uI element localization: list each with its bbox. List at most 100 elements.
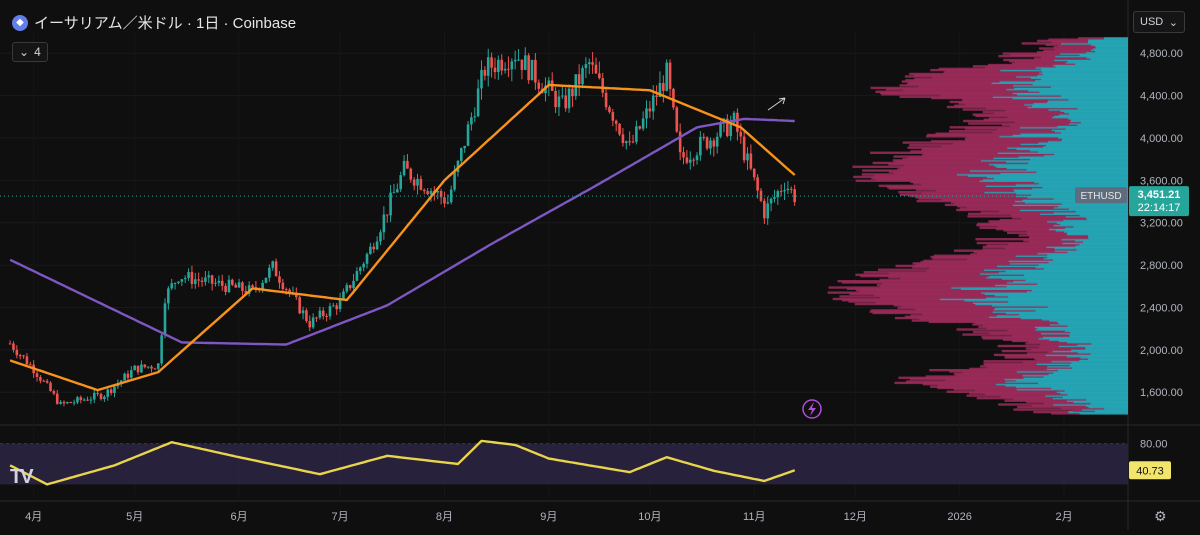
candle-body: [170, 283, 174, 289]
candle-body: [692, 159, 695, 161]
candle-body: [379, 232, 382, 242]
candle-body: [12, 343, 15, 350]
candle-body: [561, 95, 564, 97]
candle-body: [577, 74, 581, 85]
candle-body: [103, 396, 106, 400]
candle-body: [419, 178, 423, 190]
candle-body: [153, 368, 157, 370]
candle-body: [301, 310, 305, 314]
candle-body: [402, 160, 406, 176]
candle-body: [688, 159, 692, 163]
candle-body: [298, 297, 301, 314]
candle-body: [715, 136, 719, 147]
time-tick-label: 6月: [231, 511, 248, 523]
candle-body: [372, 246, 376, 250]
candle-body: [79, 397, 83, 401]
candle-body: [783, 190, 786, 192]
candle-body: [39, 376, 42, 381]
candle-body: [567, 88, 571, 109]
candle-body: [779, 191, 783, 193]
candle-body: [190, 272, 194, 284]
chevron-down-icon: ⌄: [1168, 16, 1178, 29]
candle-body: [177, 281, 180, 283]
candle-body: [641, 118, 645, 129]
oscillator-upper-label: 80.00: [1140, 439, 1168, 451]
candle-body: [426, 191, 429, 195]
candle-body: [207, 275, 211, 278]
candle-body: [739, 131, 743, 137]
candle-body: [318, 310, 322, 318]
symbol-header[interactable]: ◆ イーサリアム／米ドル · 1日 · Coinbase: [12, 12, 296, 33]
candle-body: [375, 241, 379, 250]
candle-body: [493, 67, 497, 72]
candle-body: [15, 349, 19, 356]
candle-body: [483, 69, 487, 76]
candle-body: [231, 279, 234, 285]
candle-body: [311, 317, 315, 328]
candle-body: [628, 141, 631, 143]
candle-body: [638, 126, 642, 129]
candle-body: [55, 393, 59, 404]
time-tick-label: 5月: [126, 511, 143, 523]
candle-body: [756, 177, 759, 191]
candle-body: [793, 189, 796, 203]
candle-body: [422, 189, 426, 192]
candle-body: [631, 141, 635, 143]
gear-icon[interactable]: ⚙: [1154, 508, 1167, 525]
currency-select[interactable]: USD ⌄: [1133, 11, 1185, 33]
time-tick-label: 9月: [540, 511, 557, 523]
candle-body: [200, 280, 204, 282]
indicators-toggle[interactable]: ⌄ 4: [12, 42, 48, 62]
chart-area[interactable]: ETHUSD 3,451.21 22:14:17 80.00 40.73 4,800.…: [0, 0, 1200, 530]
candle-body: [385, 214, 389, 216]
candle-body: [513, 59, 517, 62]
symbol-tag: ETHUSD: [1080, 191, 1121, 202]
candle-body: [429, 190, 433, 195]
candle-body: [527, 55, 530, 81]
candle-body: [187, 272, 190, 278]
candle-body: [156, 363, 160, 369]
candle-body: [651, 95, 655, 112]
candle-body: [655, 95, 658, 98]
candle-body: [443, 197, 446, 204]
candle-body: [648, 108, 652, 112]
candle-body: [321, 310, 325, 316]
price-tick-label: 2,800.00: [1140, 260, 1183, 272]
chart-svg[interactable]: ETHUSD 3,451.2122:14:17 80.00 40.73 4,800.…: [0, 0, 1200, 530]
candle-body: [130, 370, 133, 378]
price-tick-label: 4,800.00: [1140, 48, 1183, 60]
candle-body: [365, 254, 369, 264]
candle-body: [584, 64, 588, 69]
candle-body: [89, 399, 93, 401]
candle-body: [86, 399, 89, 401]
candle-body: [500, 59, 504, 71]
candle-body: [466, 124, 470, 146]
time-tick-label: 10月: [638, 511, 661, 523]
last-price-label: 3,451.21: [1138, 189, 1181, 201]
candle-body: [146, 366, 150, 368]
candle-body: [140, 364, 143, 373]
candle-body: [143, 364, 147, 368]
candle-body: [460, 148, 463, 161]
candle-body: [59, 401, 62, 404]
candle-body: [746, 153, 749, 161]
candle-body: [173, 282, 177, 284]
candle-body: [335, 305, 339, 310]
candle-body: [719, 123, 722, 137]
candle-body: [150, 366, 153, 369]
candle-body: [284, 289, 288, 291]
candle-body: [554, 90, 557, 108]
time-tick-label: 2026: [947, 511, 971, 523]
candle-body: [113, 386, 116, 393]
candle-body: [308, 320, 312, 328]
candle-body: [594, 64, 598, 74]
price-tick-label: 1,600.00: [1140, 387, 1183, 399]
candle-body: [99, 393, 103, 400]
candle-body: [473, 116, 477, 118]
candle-body: [52, 391, 56, 394]
candle-body: [614, 120, 618, 124]
candle-body: [69, 402, 73, 404]
candle-body: [564, 95, 567, 109]
candle-body: [453, 172, 456, 190]
candle-body: [416, 178, 419, 186]
